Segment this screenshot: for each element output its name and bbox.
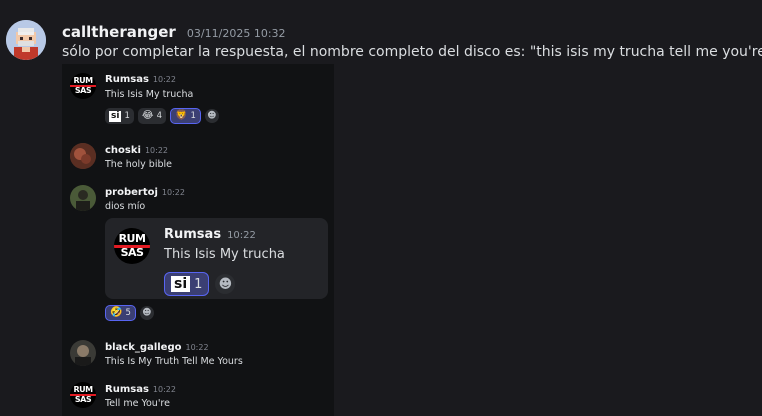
- screenshot-time: 10:22: [185, 343, 209, 352]
- add-reaction-icon: ☻: [215, 274, 236, 294]
- reaction-count: 1: [194, 276, 203, 292]
- reaction-count: 4: [156, 111, 162, 121]
- screenshot-author: choski: [105, 145, 141, 156]
- screenshot-time: 10:22: [152, 75, 176, 84]
- screenshot-author: black_gallego: [105, 342, 182, 353]
- lion-emoji-icon: 🦁: [174, 110, 188, 121]
- reaction-si: si 1: [164, 272, 210, 296]
- choski-avatar: [70, 143, 96, 169]
- screenshot-time: 10:22: [161, 188, 185, 197]
- rumsas-avatar: RUM SAS: [114, 228, 150, 264]
- black-gallego-avatar: [70, 340, 96, 366]
- message-author[interactable]: calltheranger: [62, 23, 176, 41]
- pixel-avatar-icon: [6, 20, 46, 60]
- screenshot-text: This Isis My trucha: [105, 89, 194, 100]
- reaction-rofl: 🤣 5: [105, 305, 136, 321]
- reaction-si: si 1: [105, 108, 134, 124]
- reaction-lion: 🦁 1: [169, 108, 201, 124]
- probertoj-avatar: [70, 185, 96, 211]
- si-emoji-icon: si: [109, 110, 122, 122]
- quoted-author: Rumsas: [164, 227, 222, 242]
- reaction-bar: 🤣 5 ☻: [105, 305, 154, 321]
- rumsas-avatar: RUM SAS: [70, 73, 96, 99]
- screenshot-text: This Is My Truth Tell Me Yours: [105, 356, 243, 367]
- rumsas-avatar: RUM SAS: [70, 382, 96, 408]
- user-avatar[interactable]: [6, 20, 46, 60]
- screenshot-time: 10:22: [144, 146, 169, 155]
- screenshot-author: probertoj: [105, 187, 158, 198]
- reaction-count: 1: [190, 111, 196, 121]
- screenshot-text: Tell me You're: [105, 398, 170, 409]
- screenshot-time: 10:22: [152, 385, 176, 394]
- screenshot-text: The holy bible: [105, 159, 172, 170]
- screenshot-text: dios mío: [105, 201, 146, 212]
- add-reaction-icon: ☻: [139, 306, 154, 320]
- reaction-bar: si 1 😂 4 🦁 1 ☻: [105, 108, 219, 124]
- quoted-text: This Isis My trucha: [164, 247, 285, 262]
- screenshot-author: Rumsas: [105, 384, 149, 395]
- message-content: sólo por completar la respuesta, el nomb…: [62, 44, 762, 60]
- quoted-reaction-bar: si 1 ☻: [164, 272, 236, 296]
- reaction-count: 1: [124, 111, 130, 121]
- attached-screenshot[interactable]: RUM SAS Rumsas 10:22 This Isis My trucha …: [62, 64, 334, 416]
- message-timestamp: 03/11/2025 10:32: [186, 27, 286, 40]
- quoted-time: 10:22: [227, 230, 256, 241]
- reaction-laugh: 😂 4: [137, 108, 166, 124]
- si-emoji-icon: si: [171, 276, 191, 292]
- reaction-count: 5: [125, 308, 131, 318]
- quoted-screenshot-card: RUM SAS Rumsas 10:22 This Isis My trucha …: [105, 218, 328, 299]
- joy-emoji-icon: 😂: [141, 110, 154, 121]
- screenshot-author: Rumsas: [105, 74, 149, 85]
- rofl-emoji-icon: 🤣: [110, 307, 123, 318]
- add-reaction-icon: ☻: [204, 109, 219, 123]
